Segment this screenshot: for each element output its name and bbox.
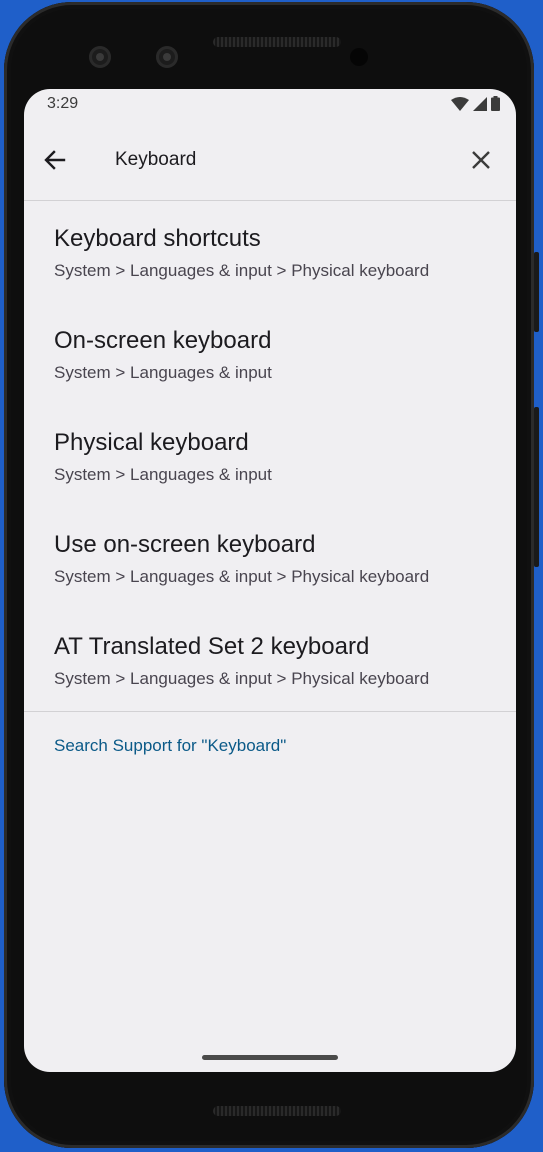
result-path: System > Languages & input <box>54 465 272 484</box>
result-path: System > Languages & input > Physical ke… <box>54 261 430 280</box>
front-camera-right <box>156 46 178 68</box>
bottom-speaker <box>213 1106 341 1116</box>
result-path: System > Languages & input <box>54 363 272 382</box>
wifi-icon <box>451 96 469 111</box>
result-title: Physical keyboard <box>54 429 249 456</box>
top-speaker <box>213 37 341 47</box>
proximity-sensor <box>350 48 368 66</box>
search-toolbar: Keyboard <box>24 125 516 201</box>
result-path: System > Languages & input > Physical ke… <box>54 669 430 688</box>
search-support-link[interactable]: Search Support for "Keyboard" <box>54 736 286 756</box>
close-icon[interactable] <box>466 145 496 175</box>
result-item-at-translated-keyboard[interactable]: AT Translated Set 2 keyboard System > La… <box>24 609 516 711</box>
volume-button <box>534 407 539 567</box>
status-icons <box>451 96 500 111</box>
result-title: Use on-screen keyboard <box>54 531 316 558</box>
results-divider <box>24 711 516 712</box>
gesture-nav-handle[interactable] <box>202 1055 338 1060</box>
result-title: On-screen keyboard <box>54 327 272 354</box>
result-item-physical-keyboard[interactable]: Physical keyboard System > Languages & i… <box>24 405 516 507</box>
result-title: Keyboard shortcuts <box>54 225 261 252</box>
signal-icon <box>473 96 487 111</box>
battery-icon <box>491 96 500 111</box>
result-item-keyboard-shortcuts[interactable]: Keyboard shortcuts System > Languages & … <box>24 201 516 303</box>
power-button <box>534 252 539 332</box>
result-item-use-on-screen-keyboard[interactable]: Use on-screen keyboard System > Language… <box>24 507 516 609</box>
status-bar: 3:29 <box>24 89 516 119</box>
search-input[interactable]: Keyboard <box>115 149 196 171</box>
settings-search-screen: 3:29 Keyboard Keyboard shortcuts System … <box>24 89 516 1072</box>
arrow-back-icon[interactable] <box>40 145 70 175</box>
result-path: System > Languages & input > Physical ke… <box>54 567 430 586</box>
result-title: AT Translated Set 2 keyboard <box>54 633 370 660</box>
front-camera-left <box>89 46 111 68</box>
result-item-on-screen-keyboard[interactable]: On-screen keyboard System > Languages & … <box>24 303 516 405</box>
status-time: 3:29 <box>47 95 79 112</box>
